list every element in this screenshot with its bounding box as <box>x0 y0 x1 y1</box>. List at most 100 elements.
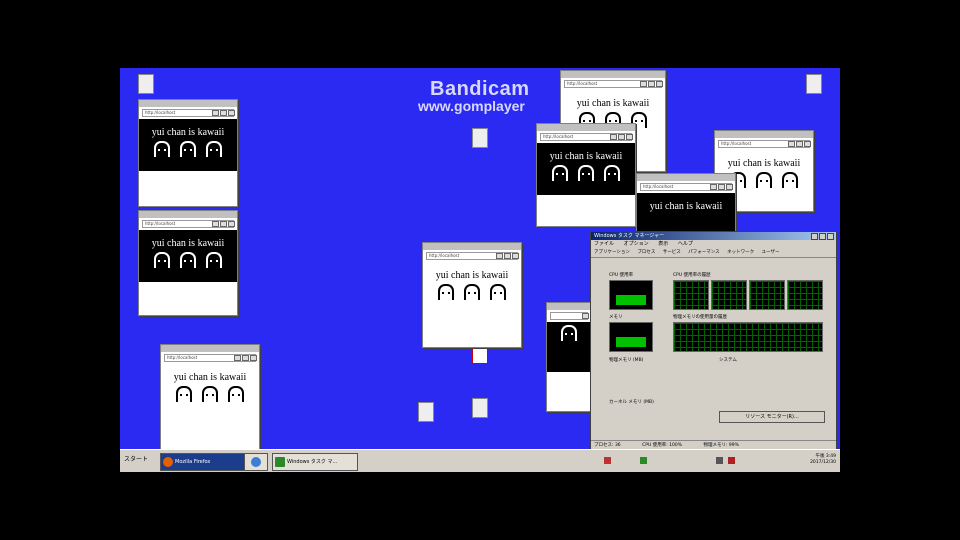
window-titlebar[interactable] <box>423 243 521 259</box>
close-icon[interactable] <box>656 81 663 87</box>
face-icons <box>139 141 237 161</box>
popup-message: yui chan is kawaii <box>151 127 225 138</box>
memory-history-label: 物理メモリの使用量の履歴 <box>673 315 727 320</box>
tab-performance[interactable]: パフォーマンス <box>688 250 719 255</box>
popup-message: yui chan is kawaii <box>151 238 225 249</box>
volume-icon[interactable] <box>716 457 723 464</box>
cpu-history-graph-4 <box>787 280 823 310</box>
menu-help[interactable]: ヘルプ <box>678 241 693 247</box>
popup-window[interactable]: http://localhost yui chan is kawaii <box>422 242 522 348</box>
close-icon[interactable] <box>804 141 811 147</box>
close-icon[interactable] <box>512 253 519 259</box>
maximize-icon[interactable] <box>819 233 826 240</box>
minimize-icon[interactable] <box>710 184 717 190</box>
resource-monitor-button[interactable]: リソース モニター(R)... <box>719 411 825 423</box>
desktop-icon[interactable] <box>794 74 834 96</box>
physical-memory-label: 物理メモリ (MB) <box>609 358 644 363</box>
maximize-icon[interactable] <box>618 134 625 140</box>
popup-window[interactable]: http://localhost yui chan is kawaii <box>138 99 238 207</box>
minimize-icon[interactable] <box>496 253 503 259</box>
window-titlebar[interactable] <box>161 345 259 361</box>
watermark-url: www.gomplayer <box>418 98 525 114</box>
maximize-icon[interactable] <box>718 184 725 190</box>
status-memory: 物理メモリ: 99% <box>703 443 739 448</box>
maximize-icon[interactable] <box>220 221 227 227</box>
status-cpu: CPU 使用率: 100% <box>642 443 683 448</box>
taskbar-task-manager-label: Windows タスク マ... <box>287 459 338 465</box>
window-titlebar[interactable] <box>715 131 813 147</box>
firefox-icon <box>163 457 173 467</box>
tab-users[interactable]: ユーザー <box>762 250 780 255</box>
face-icons <box>139 252 237 272</box>
minimize-icon[interactable] <box>212 110 219 116</box>
maximize-icon[interactable] <box>242 355 249 361</box>
status-processes: プロセス: 36 <box>594 443 621 448</box>
minimize-icon[interactable] <box>234 355 241 361</box>
desktop-icon[interactable] <box>406 402 446 424</box>
tab-processes[interactable]: プロセス <box>637 250 655 255</box>
minimize-icon[interactable] <box>640 81 647 87</box>
memory-label: メモリ <box>609 315 623 320</box>
popup-message: yui chan is kawaii <box>549 151 623 162</box>
tab-networking[interactable]: ネットワーク <box>727 250 754 255</box>
window-titlebar[interactable] <box>547 303 591 319</box>
window-titlebar[interactable] <box>139 100 237 116</box>
maximize-icon[interactable] <box>504 253 511 259</box>
popup-message: yui chan is kawaii <box>435 270 509 281</box>
popup-window[interactable]: http://localhost yui chan is kawaii <box>138 210 238 316</box>
popup-message: yui chan is kawaii <box>576 98 650 109</box>
cpu-history-label: CPU 使用率の履歴 <box>673 273 711 278</box>
close-icon[interactable] <box>726 184 733 190</box>
menu-options[interactable]: オプション <box>624 241 649 247</box>
taskbar-firefox-label: Mozilla Firefox <box>175 459 211 465</box>
memory-history-graph <box>673 322 823 352</box>
minimize-icon[interactable] <box>811 233 818 240</box>
desktop-icon[interactable] <box>460 128 500 150</box>
menu-view[interactable]: 表示 <box>658 241 668 247</box>
close-icon[interactable] <box>228 221 235 227</box>
window-titlebar[interactable] <box>561 71 665 87</box>
close-icon[interactable] <box>827 233 834 240</box>
minimize-icon[interactable] <box>212 221 219 227</box>
popup-message: yui chan is kawaii <box>649 201 723 212</box>
cpu-history-graph-2 <box>711 280 747 310</box>
document-icon <box>472 398 488 418</box>
maximize-icon[interactable] <box>796 141 803 147</box>
task-manager-titlebar[interactable]: Windows タスク マネージャー <box>591 232 836 240</box>
kernel-memory-label: カーネル メモリ (MB) <box>609 400 654 405</box>
maximize-icon[interactable] <box>220 110 227 116</box>
clock[interactable]: 午後 3:49 2017/12/30 <box>810 454 836 466</box>
task-manager-window[interactable]: Windows タスク マネージャー ファイル オプション 表示 ヘルプ アプリ… <box>590 231 837 451</box>
close-icon[interactable] <box>582 313 589 319</box>
popup-window[interactable] <box>546 302 592 412</box>
close-icon[interactable] <box>228 110 235 116</box>
minimize-icon[interactable] <box>610 134 617 140</box>
popup-window[interactable]: http://localhost yui chan is kawaii <box>160 344 260 450</box>
popup-message: yui chan is kawaii <box>173 372 247 383</box>
window-titlebar[interactable] <box>637 174 735 190</box>
document-icon <box>472 128 488 148</box>
desktop-icon[interactable] <box>460 398 500 420</box>
popup-window[interactable]: http://localhost yui chan is kawaii <box>636 173 736 235</box>
tab-applications[interactable]: アプリケーション <box>594 250 630 255</box>
start-button[interactable]: スタート <box>122 453 150 467</box>
security-icon[interactable] <box>728 457 735 464</box>
window-titlebar[interactable] <box>139 211 237 227</box>
flag-icon[interactable] <box>604 457 611 464</box>
menu-file[interactable]: ファイル <box>594 241 614 247</box>
face-icons <box>423 284 521 304</box>
close-icon[interactable] <box>626 134 633 140</box>
desktop-icon[interactable] <box>126 74 166 96</box>
window-titlebar[interactable] <box>537 124 635 140</box>
ie-icon <box>251 457 261 467</box>
taskbar-task-manager-button[interactable]: Windows タスク マ... <box>272 453 358 471</box>
minimize-icon[interactable] <box>788 141 795 147</box>
tab-services[interactable]: サービス <box>663 250 681 255</box>
network-icon[interactable] <box>640 457 647 464</box>
maximize-icon[interactable] <box>648 81 655 87</box>
system-tray: 午後 3:49 2017/12/30 <box>600 452 840 470</box>
popup-window[interactable]: http://localhost yui chan is kawaii <box>536 123 636 227</box>
close-icon[interactable] <box>250 355 257 361</box>
taskbar-ie-button[interactable] <box>244 453 268 471</box>
taskbar-firefox-button[interactable]: Mozilla Firefox <box>160 453 254 471</box>
